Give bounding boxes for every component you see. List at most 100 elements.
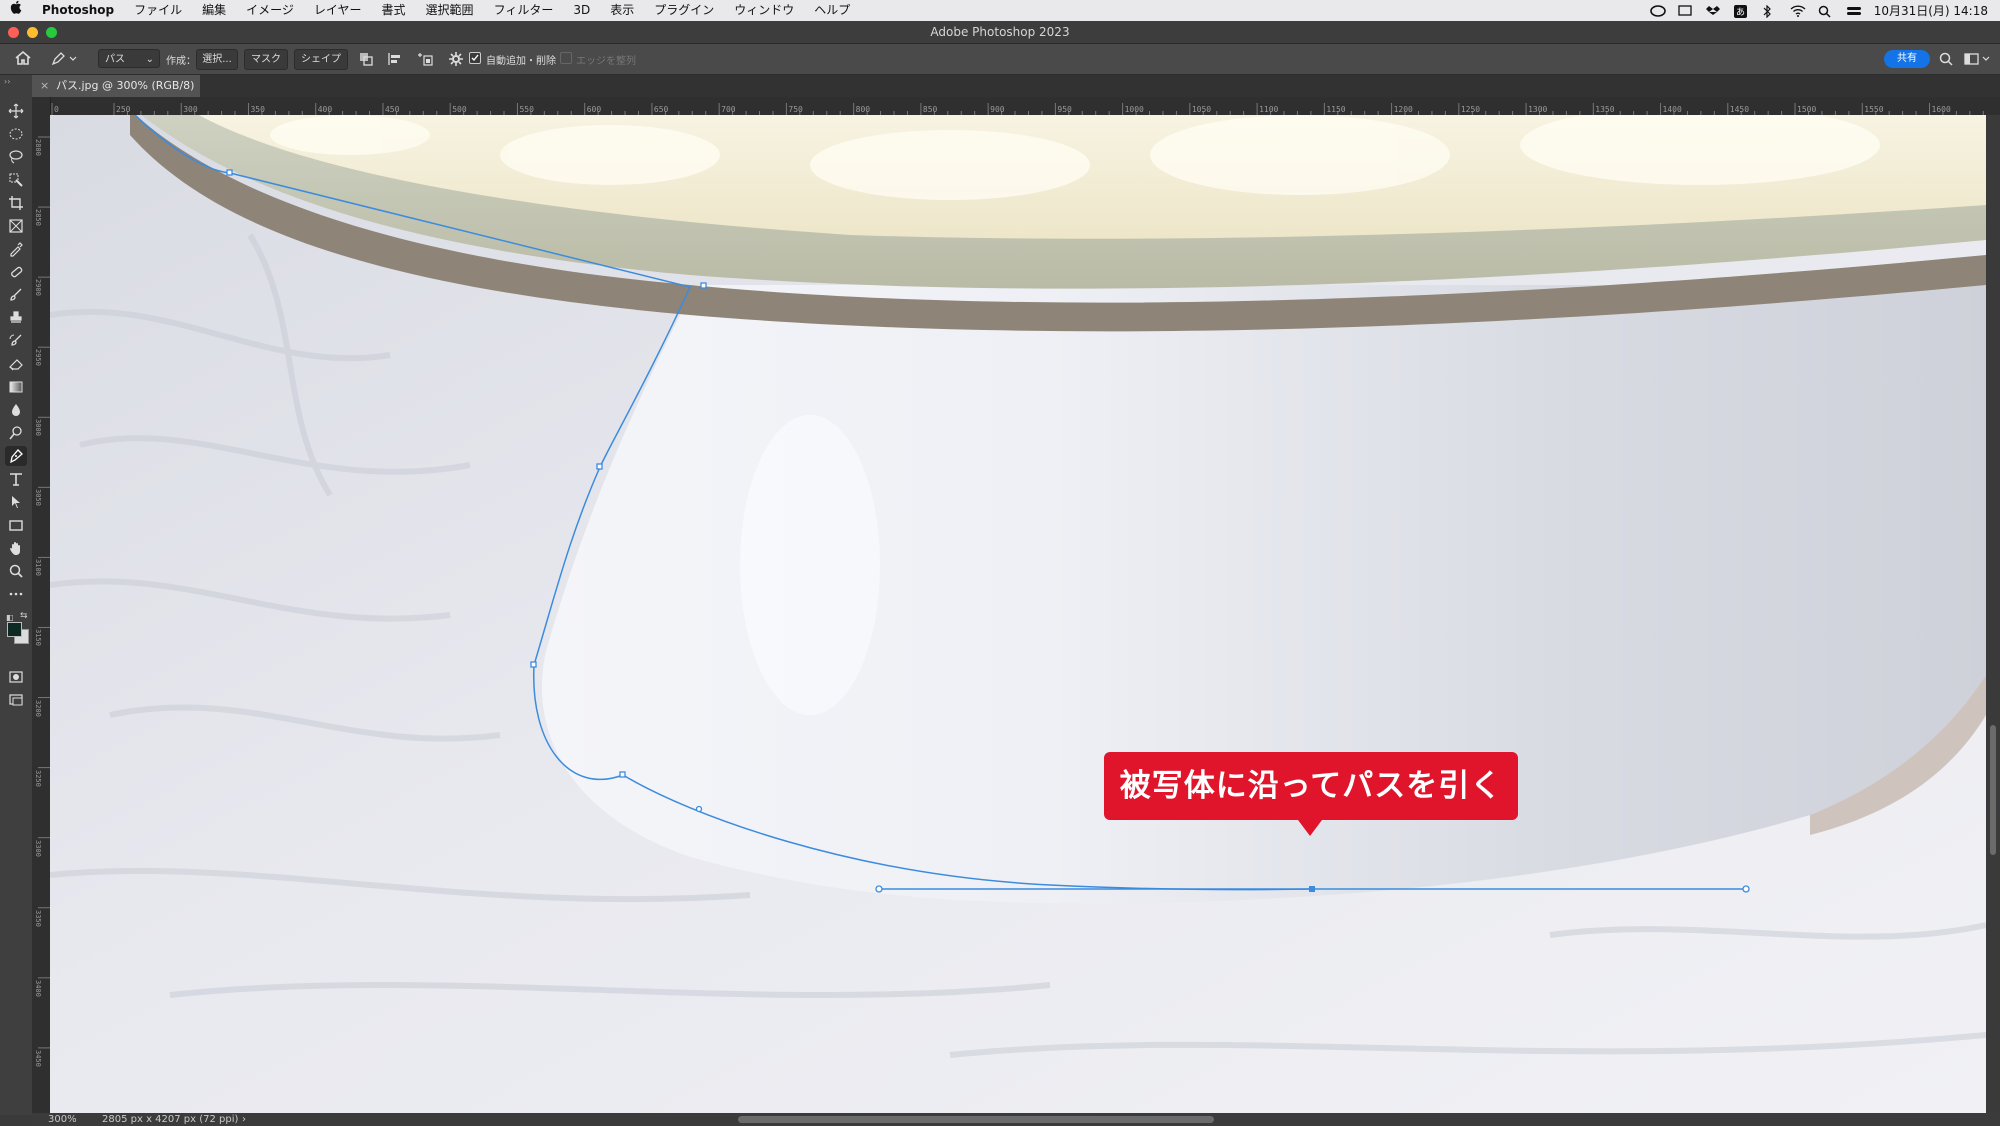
search-icon[interactable] [1818, 5, 1832, 18]
menu-3d[interactable]: 3D [563, 0, 600, 21]
auto-add-delete-checkbox[interactable] [469, 52, 481, 64]
menu-window[interactable]: ウィンドウ [724, 0, 804, 21]
blur-tool-icon[interactable] [8, 402, 24, 418]
history-brush-tool-icon[interactable] [8, 333, 24, 349]
close-tab-icon[interactable]: × [40, 75, 49, 97]
ruler-label: 1550 [1864, 105, 1884, 114]
zoom-window-icon[interactable] [46, 27, 57, 38]
menu-file[interactable]: ファイル [124, 0, 192, 21]
creative-cloud-icon[interactable] [1649, 4, 1666, 17]
toolbox-collapse-icon[interactable]: ›› [4, 77, 10, 86]
lasso-tool-icon[interactable] [8, 149, 24, 165]
ruler-label: 3300 [34, 839, 42, 857]
ruler-label: 500 [452, 105, 467, 114]
status-expand-icon[interactable]: › [242, 1113, 246, 1126]
pen-tool-icon[interactable] [5, 446, 27, 466]
horizontal-ruler-ticks [51, 103, 1984, 115]
bluetooth-icon[interactable] [1762, 4, 1776, 18]
wifi-icon[interactable] [1790, 4, 1806, 17]
path-alignment-icon[interactable] [387, 51, 403, 70]
swap-colors-icon[interactable]: ⇆ [20, 611, 28, 621]
menubar-clock[interactable]: 10月31日(月) 14:18 [1874, 2, 1988, 19]
active-anchor-point[interactable] [1309, 886, 1315, 892]
screen-mode-icon[interactable] [8, 692, 24, 708]
ruler-label: 800 [855, 105, 871, 114]
dodge-tool-icon[interactable] [8, 425, 24, 441]
make-mask-button[interactable]: マスク [244, 49, 288, 70]
ruler-label: 1300 [1528, 105, 1548, 114]
brush-tool-icon[interactable] [8, 287, 24, 303]
ruler-label: 400 [317, 105, 333, 114]
horizontal-ruler[interactable]: 0 250 300 350 400 450 500 550 600 650 700 750 800 850… [50, 97, 2000, 116]
home-icon[interactable] [14, 50, 32, 69]
foreground-color-swatch[interactable] [7, 622, 22, 637]
type-tool-icon[interactable] [8, 471, 24, 487]
ruler-label: 2800 [34, 139, 42, 156]
path-arrangement-icon[interactable] [416, 51, 434, 70]
ruler-label: 750 [788, 105, 803, 114]
marquee-tool-icon[interactable] [8, 126, 24, 142]
menu-layer[interactable]: レイヤー [304, 0, 372, 21]
ruler-label: 950 [1057, 105, 1072, 114]
hand-tool-icon[interactable] [8, 540, 24, 556]
close-window-icon[interactable] [8, 27, 19, 38]
path-selection-tool-icon[interactable] [8, 494, 24, 510]
workspace-icon[interactable] [1964, 52, 1992, 69]
document-tab[interactable]: × パス.jpg @ 300% (RGB/8) * [32, 75, 200, 114]
apple-icon[interactable] [0, 0, 32, 21]
crop-tool-icon[interactable] [8, 195, 24, 211]
quick-mask-icon[interactable] [8, 669, 24, 685]
eyedropper-tool-icon[interactable] [8, 241, 24, 257]
clone-stamp-tool-icon[interactable] [8, 310, 24, 326]
path-operations-icon[interactable] [358, 51, 374, 70]
mac-menubar: Photoshop ファイル 編集 イメージ レイヤー 書式 選択範囲 フィルタ… [0, 0, 2000, 21]
make-selection-button[interactable]: 選択... [196, 49, 238, 70]
vertical-scrollbar[interactable] [1986, 115, 2000, 1113]
make-shape-button[interactable]: シェイプ [294, 49, 348, 70]
eraser-tool-icon[interactable] [8, 356, 24, 372]
menu-type[interactable]: 書式 [372, 0, 416, 21]
menu-view[interactable]: 表示 [600, 0, 644, 21]
menu-help[interactable]: ヘルプ [804, 0, 860, 21]
ruler-label: 1600 [1931, 105, 1951, 114]
pen-tool-preset-icon[interactable] [50, 51, 78, 70]
move-tool-icon[interactable] [8, 103, 24, 119]
gradient-tool-icon[interactable] [8, 379, 24, 395]
ruler-label: 2950 [34, 349, 42, 367]
gear-icon[interactable] [448, 51, 464, 70]
control-center-icon[interactable] [1846, 5, 1861, 17]
menu-plugins[interactable]: プラグイン [644, 0, 724, 21]
zoom-level[interactable]: 300% [48, 1113, 77, 1126]
menu-image[interactable]: イメージ [236, 0, 304, 21]
ruler-label: 3000 [34, 419, 42, 437]
status-bar: 300% 2805 px x 4207 px (72 ppi) › [32, 1113, 2000, 1126]
ruler-label: 250 [116, 105, 131, 114]
menu-edit[interactable]: 編集 [192, 0, 236, 21]
ruler-label: 3450 [34, 1049, 42, 1067]
make-label: 作成： [166, 56, 196, 67]
minimize-window-icon[interactable] [27, 27, 38, 38]
menu-select[interactable]: 選択範囲 [416, 0, 484, 21]
screen-mirror-icon[interactable] [1678, 4, 1692, 17]
more-tools-icon[interactable] [8, 586, 24, 602]
dropbox-icon[interactable] [1705, 5, 1720, 17]
zoom-tool-icon[interactable] [8, 563, 24, 579]
image-canvas[interactable] [50, 115, 1986, 1113]
vertical-ruler[interactable]: 2800 2850 2900 2950 3000 3050 3100 3150 3200 3250… [32, 97, 51, 1113]
share-button[interactable]: 共有 [1884, 50, 1930, 68]
align-edges-checkbox[interactable] [560, 52, 572, 64]
frame-tool-icon[interactable] [8, 218, 24, 234]
input-method-icon[interactable]: あ [1733, 4, 1748, 18]
vertical-scrollbar-thumb[interactable] [1990, 725, 1996, 855]
color-swatches[interactable]: ◧ ⇆ [6, 611, 29, 644]
horizontal-scrollbar-thumb[interactable] [738, 1116, 1214, 1123]
vertical-ruler-ticks [38, 136, 50, 1049]
object-selection-tool-icon[interactable] [8, 172, 24, 188]
default-colors-icon[interactable]: ◧ [6, 613, 14, 622]
search-icon[interactable] [1939, 52, 1953, 69]
menu-app-name[interactable]: Photoshop [32, 0, 124, 21]
healing-brush-tool-icon[interactable] [8, 264, 24, 280]
menu-filter[interactable]: フィルター [484, 0, 564, 21]
rectangle-tool-icon[interactable] [8, 517, 24, 533]
tool-mode-select[interactable]: パス ⌄ [98, 49, 160, 68]
